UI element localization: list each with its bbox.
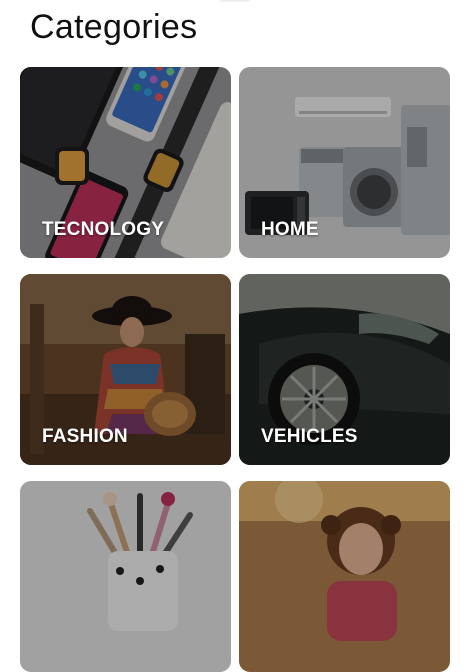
category-card-fashion[interactable]: FASHION: [20, 274, 231, 465]
image-overlay: [20, 481, 231, 672]
category-card-vehicles[interactable]: VEHICLES: [239, 274, 450, 465]
category-label: HOME: [261, 219, 319, 241]
category-card-home[interactable]: HOME: [239, 67, 450, 258]
category-label: VEHICLES: [261, 426, 358, 448]
image-overlay: [239, 481, 450, 672]
category-card-tecnology[interactable]: TECNOLOGY: [20, 67, 231, 258]
categories-grid: TECNOLOGY HOME: [0, 0, 476, 559]
category-label: FASHION: [42, 426, 128, 448]
category-card-beauty[interactable]: [20, 481, 231, 672]
category-card-kids[interactable]: [239, 481, 450, 672]
category-label: TECNOLOGY: [42, 219, 164, 241]
